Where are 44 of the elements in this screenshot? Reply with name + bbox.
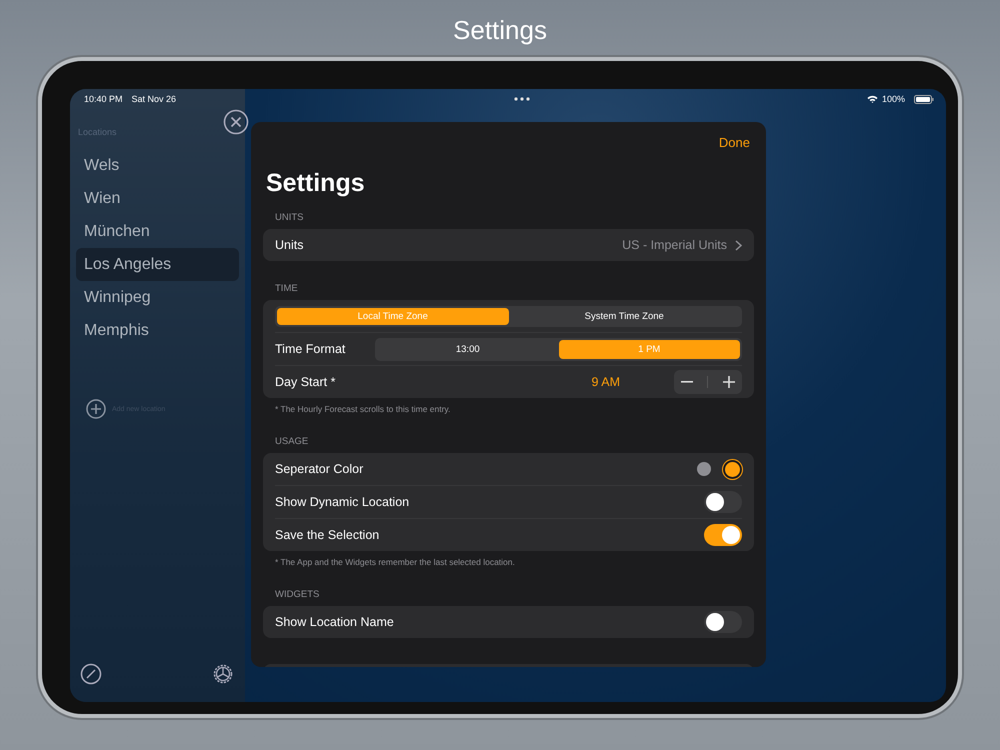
more-dots-icon[interactable] — [514, 97, 530, 101]
location-item[interactable]: München — [76, 215, 239, 248]
section-header: UNITS — [275, 212, 304, 223]
location-item[interactable]: Los Angeles — [76, 248, 239, 281]
toggle-switch[interactable] — [704, 491, 742, 513]
close-icon[interactable] — [223, 109, 249, 135]
minus-icon[interactable] — [681, 381, 694, 383]
color-swatch[interactable] — [697, 462, 711, 476]
page-title: Settings — [453, 15, 547, 47]
location-item[interactable]: Memphis — [76, 314, 239, 347]
location-item[interactable]: Winnipeg — [76, 281, 239, 314]
section-footnote: * The App and the Widgets remember the last selected location. — [275, 557, 516, 567]
section-header: WIDGETS — [275, 589, 320, 600]
battery-icon — [914, 94, 934, 104]
settings-title: Settings — [266, 169, 366, 199]
row-label: Show Location Name — [275, 615, 394, 629]
done-button[interactable]: Done — [718, 135, 750, 155]
toggle-switch[interactable] — [704, 524, 742, 546]
section-footnote: * The Hourly Forecast scrolls to this time entry. — [275, 404, 452, 414]
edit-icon[interactable] — [80, 663, 102, 685]
row-label: Units — [275, 238, 304, 252]
row-value[interactable]: US - Imperial Units — [622, 238, 727, 252]
chevron-icon — [735, 240, 742, 250]
toggle-switch[interactable] — [704, 611, 742, 633]
location-item[interactable]: Wien — [76, 182, 239, 215]
segment-option[interactable]: 13:00 — [377, 340, 558, 358]
location-item[interactable]: Wels — [76, 149, 239, 182]
wifi-icon — [866, 95, 878, 103]
section-header: USAGE — [275, 436, 310, 447]
status-time: 10:40 PM — [84, 94, 123, 104]
section-header: TIME — [275, 283, 299, 294]
battery-percent: 100% — [882, 94, 905, 104]
plus-icon[interactable] — [722, 376, 735, 388]
settings-icon[interactable] — [211, 662, 235, 686]
row-label: Save the Selection — [275, 528, 380, 542]
status-date: Sat Nov 26 — [132, 94, 176, 104]
row-label: Show Dynamic Location — [275, 495, 410, 509]
row-label: Seperator Color — [275, 462, 364, 476]
color-swatch[interactable] — [725, 462, 740, 476]
row-value: 9 AM — [592, 375, 620, 389]
row-label: Time Format — [275, 342, 346, 356]
segment-option[interactable]: System Time Zone — [508, 308, 740, 324]
add-icon[interactable] — [86, 399, 106, 419]
row-label: Day Start * — [275, 375, 336, 389]
